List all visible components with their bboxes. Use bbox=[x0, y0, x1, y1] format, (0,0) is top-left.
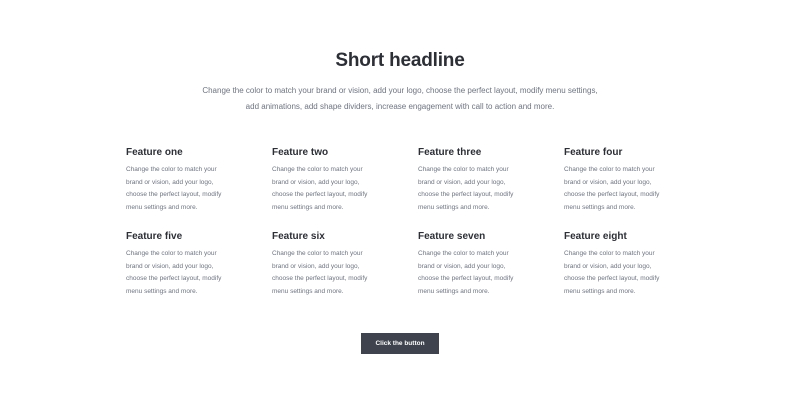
feature-description: Change the color to match your brand or … bbox=[418, 166, 514, 212]
feature-title: Feature one bbox=[126, 147, 183, 158]
feature-item: Feature five Change the color to match y… bbox=[126, 230, 272, 314]
feature-item: Feature one Change the color to match yo… bbox=[126, 146, 272, 230]
feature-title: Feature six bbox=[272, 231, 325, 242]
feature-title: Feature five bbox=[126, 231, 183, 242]
page: Short headline Change the color to match… bbox=[0, 0, 800, 407]
feature-item: Feature seven Change the color to match … bbox=[418, 230, 564, 314]
feature-description: Change the color to match your brand or … bbox=[126, 166, 222, 212]
feature-item: Feature two Change the color to match yo… bbox=[272, 146, 418, 230]
features-grid: Feature one Change the color to match yo… bbox=[126, 146, 686, 314]
feature-title: Feature seven bbox=[418, 231, 486, 242]
feature-description: Change the color to match your brand or … bbox=[272, 250, 368, 296]
feature-title: Feature eight bbox=[564, 231, 627, 242]
feature-description: Change the color to match your brand or … bbox=[126, 250, 222, 296]
feature-item: Feature four Change the color to match y… bbox=[564, 146, 686, 230]
feature-description: Change the color to match your brand or … bbox=[272, 166, 368, 212]
feature-title: Feature four bbox=[564, 147, 623, 158]
feature-description: Change the color to match your brand or … bbox=[564, 166, 660, 212]
feature-title: Feature three bbox=[418, 147, 482, 158]
feature-description: Change the color to match your brand or … bbox=[418, 250, 514, 296]
feature-item: Feature eight Change the color to match … bbox=[564, 230, 686, 314]
feature-title: Feature two bbox=[272, 147, 329, 158]
cta-button[interactable]: Click the button bbox=[361, 333, 439, 354]
feature-item: Feature three Change the color to match … bbox=[418, 146, 564, 230]
feature-item: Feature six Change the color to match yo… bbox=[272, 230, 418, 314]
page-subtext: Change the color to match your brand or … bbox=[202, 86, 598, 111]
feature-description: Change the color to match your brand or … bbox=[564, 250, 660, 296]
page-headline: Short headline bbox=[335, 50, 465, 71]
